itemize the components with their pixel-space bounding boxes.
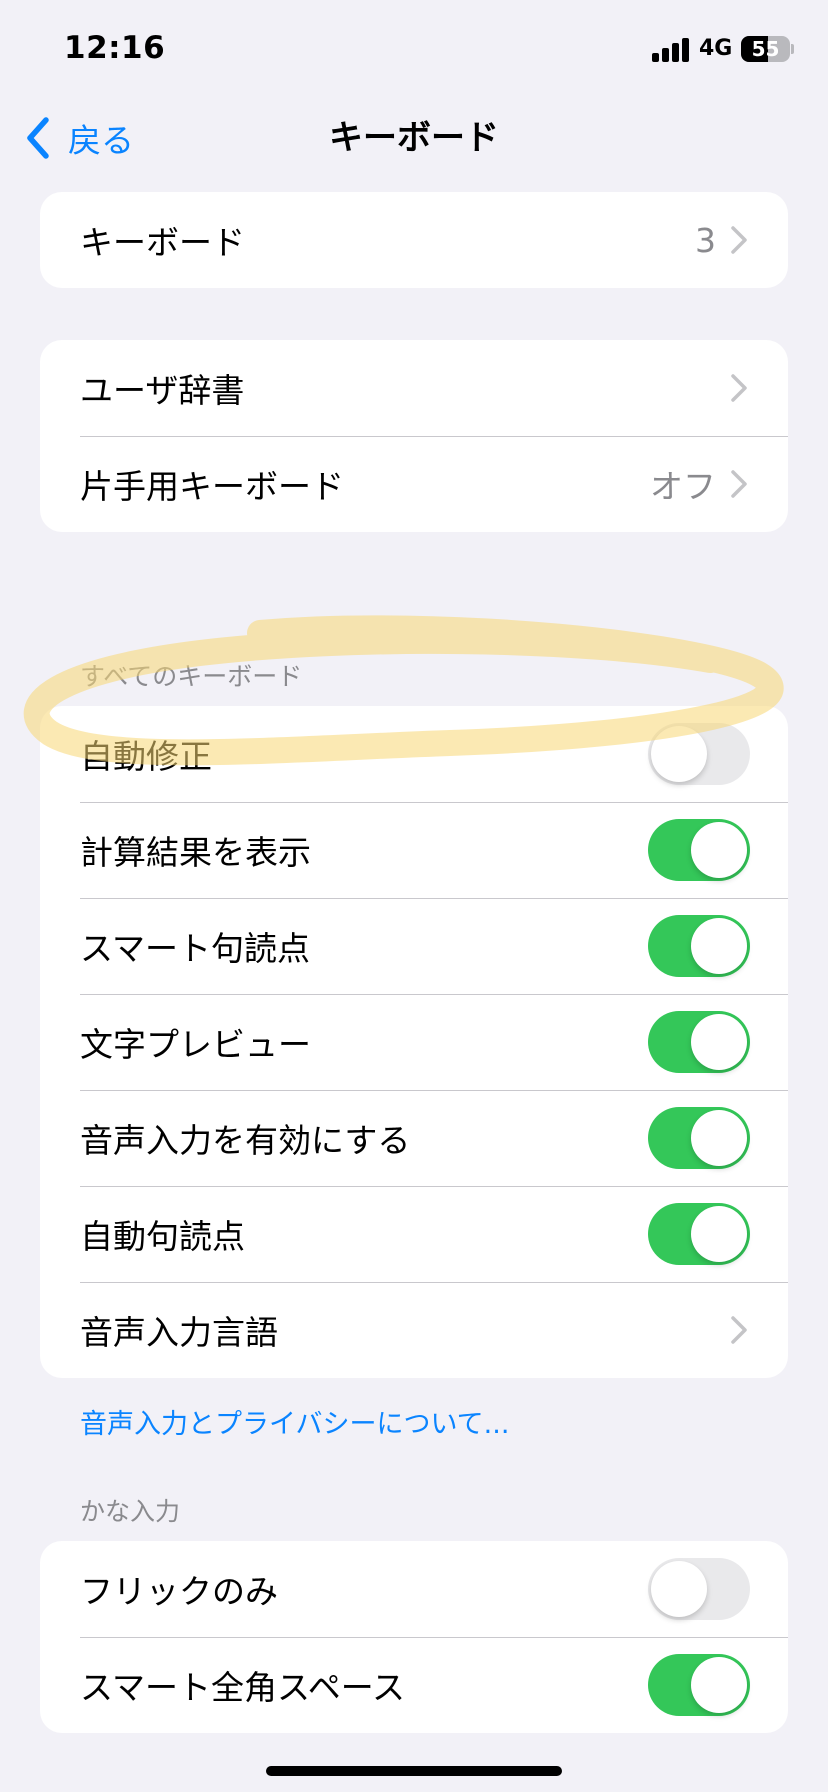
auto-correction-toggle[interactable]: [648, 723, 750, 785]
home-indicator[interactable]: [266, 1766, 562, 1776]
auto-punctuation-toggle[interactable]: [648, 1203, 750, 1265]
smart-fullwidth-space-row: スマート全角スペース: [40, 1637, 788, 1733]
show-calculation-label: 計算結果を表示: [80, 833, 311, 872]
all-keyboards-header: すべてのキーボード: [80, 662, 303, 691]
status-time: 12:16: [64, 30, 166, 66]
enable-dictation-row: 音声入力を有効にする: [40, 1090, 788, 1186]
character-preview-label: 文字プレビュー: [80, 1025, 311, 1064]
keyboards-count: 3: [695, 220, 716, 260]
toggle-knob: [651, 726, 707, 782]
dictation-languages-row[interactable]: 音声入力言語: [40, 1282, 788, 1378]
one-handed-keyboard-row[interactable]: 片手用キーボード オフ: [40, 436, 788, 532]
kana-input-group: フリックのみ スマート全角スペース: [40, 1541, 788, 1733]
smart-fullwidth-space-toggle[interactable]: [648, 1654, 750, 1716]
flick-only-row: フリックのみ: [40, 1541, 788, 1637]
show-calculation-toggle[interactable]: [648, 819, 750, 881]
smart-punctuation-row: スマート句読点: [40, 898, 788, 994]
toggle-knob: [691, 1110, 747, 1166]
one-handed-keyboard-value: オフ: [650, 467, 716, 506]
back-button-label: 戻る: [68, 121, 134, 160]
back-button[interactable]: 戻る: [24, 112, 134, 164]
status-bar: 12:16 4G 55: [0, 0, 828, 100]
smart-punctuation-toggle[interactable]: [648, 915, 750, 977]
chevron-left-icon: [27, 117, 49, 159]
kana-input-header: かな入力: [80, 1497, 181, 1526]
toggle-knob: [691, 1657, 747, 1713]
auto-punctuation-label: 自動句読点: [80, 1217, 245, 1256]
auto-correction-label: 自動修正: [80, 737, 212, 776]
smart-fullwidth-space-label: スマート全角スペース: [80, 1668, 406, 1707]
flick-only-toggle[interactable]: [648, 1558, 750, 1620]
toggle-knob: [691, 1014, 747, 1070]
all-keyboards-group: 自動修正 計算結果を表示 スマート句読点 文字プレビュー 音声入力を有効にする …: [40, 706, 788, 1378]
chevron-right-icon: [731, 470, 747, 498]
auto-correction-row: 自動修正: [40, 706, 788, 802]
toggle-knob: [651, 1561, 707, 1617]
chevron-right-icon: [731, 374, 747, 402]
dictation-privacy-link[interactable]: 音声入力とプライバシーについて...: [80, 1402, 509, 1441]
chevron-right-icon: [731, 1316, 747, 1344]
keyboards-label: キーボード: [80, 223, 245, 262]
user-dictionary-row[interactable]: ユーザ辞書: [40, 340, 788, 436]
keyboards-group: キーボード 3: [40, 192, 788, 288]
battery-level: 55: [751, 37, 780, 61]
general-group: ユーザ辞書 片手用キーボード オフ: [40, 340, 788, 532]
cellular-signal-icon: [652, 38, 692, 62]
smart-punctuation-label: スマート句読点: [80, 929, 311, 968]
enable-dictation-label: 音声入力を有効にする: [80, 1121, 411, 1160]
enable-dictation-toggle[interactable]: [648, 1107, 750, 1169]
dictation-languages-label: 音声入力言語: [80, 1313, 278, 1352]
one-handed-keyboard-label: 片手用キーボード: [80, 467, 344, 506]
character-preview-toggle[interactable]: [648, 1011, 750, 1073]
toggle-knob: [691, 918, 747, 974]
network-type: 4G: [699, 36, 733, 61]
toggle-knob: [691, 1206, 747, 1262]
auto-punctuation-row: 自動句読点: [40, 1186, 788, 1282]
chevron-right-icon: [731, 226, 747, 254]
user-dictionary-label: ユーザ辞書: [80, 371, 245, 410]
show-calculation-row: 計算結果を表示: [40, 802, 788, 898]
keyboards-row[interactable]: キーボード 3: [40, 192, 788, 288]
toggle-knob: [691, 822, 747, 878]
battery-cap: [791, 44, 794, 54]
battery-icon: 55: [741, 36, 790, 62]
flick-only-label: フリックのみ: [80, 1572, 278, 1611]
character-preview-row: 文字プレビュー: [40, 994, 788, 1090]
